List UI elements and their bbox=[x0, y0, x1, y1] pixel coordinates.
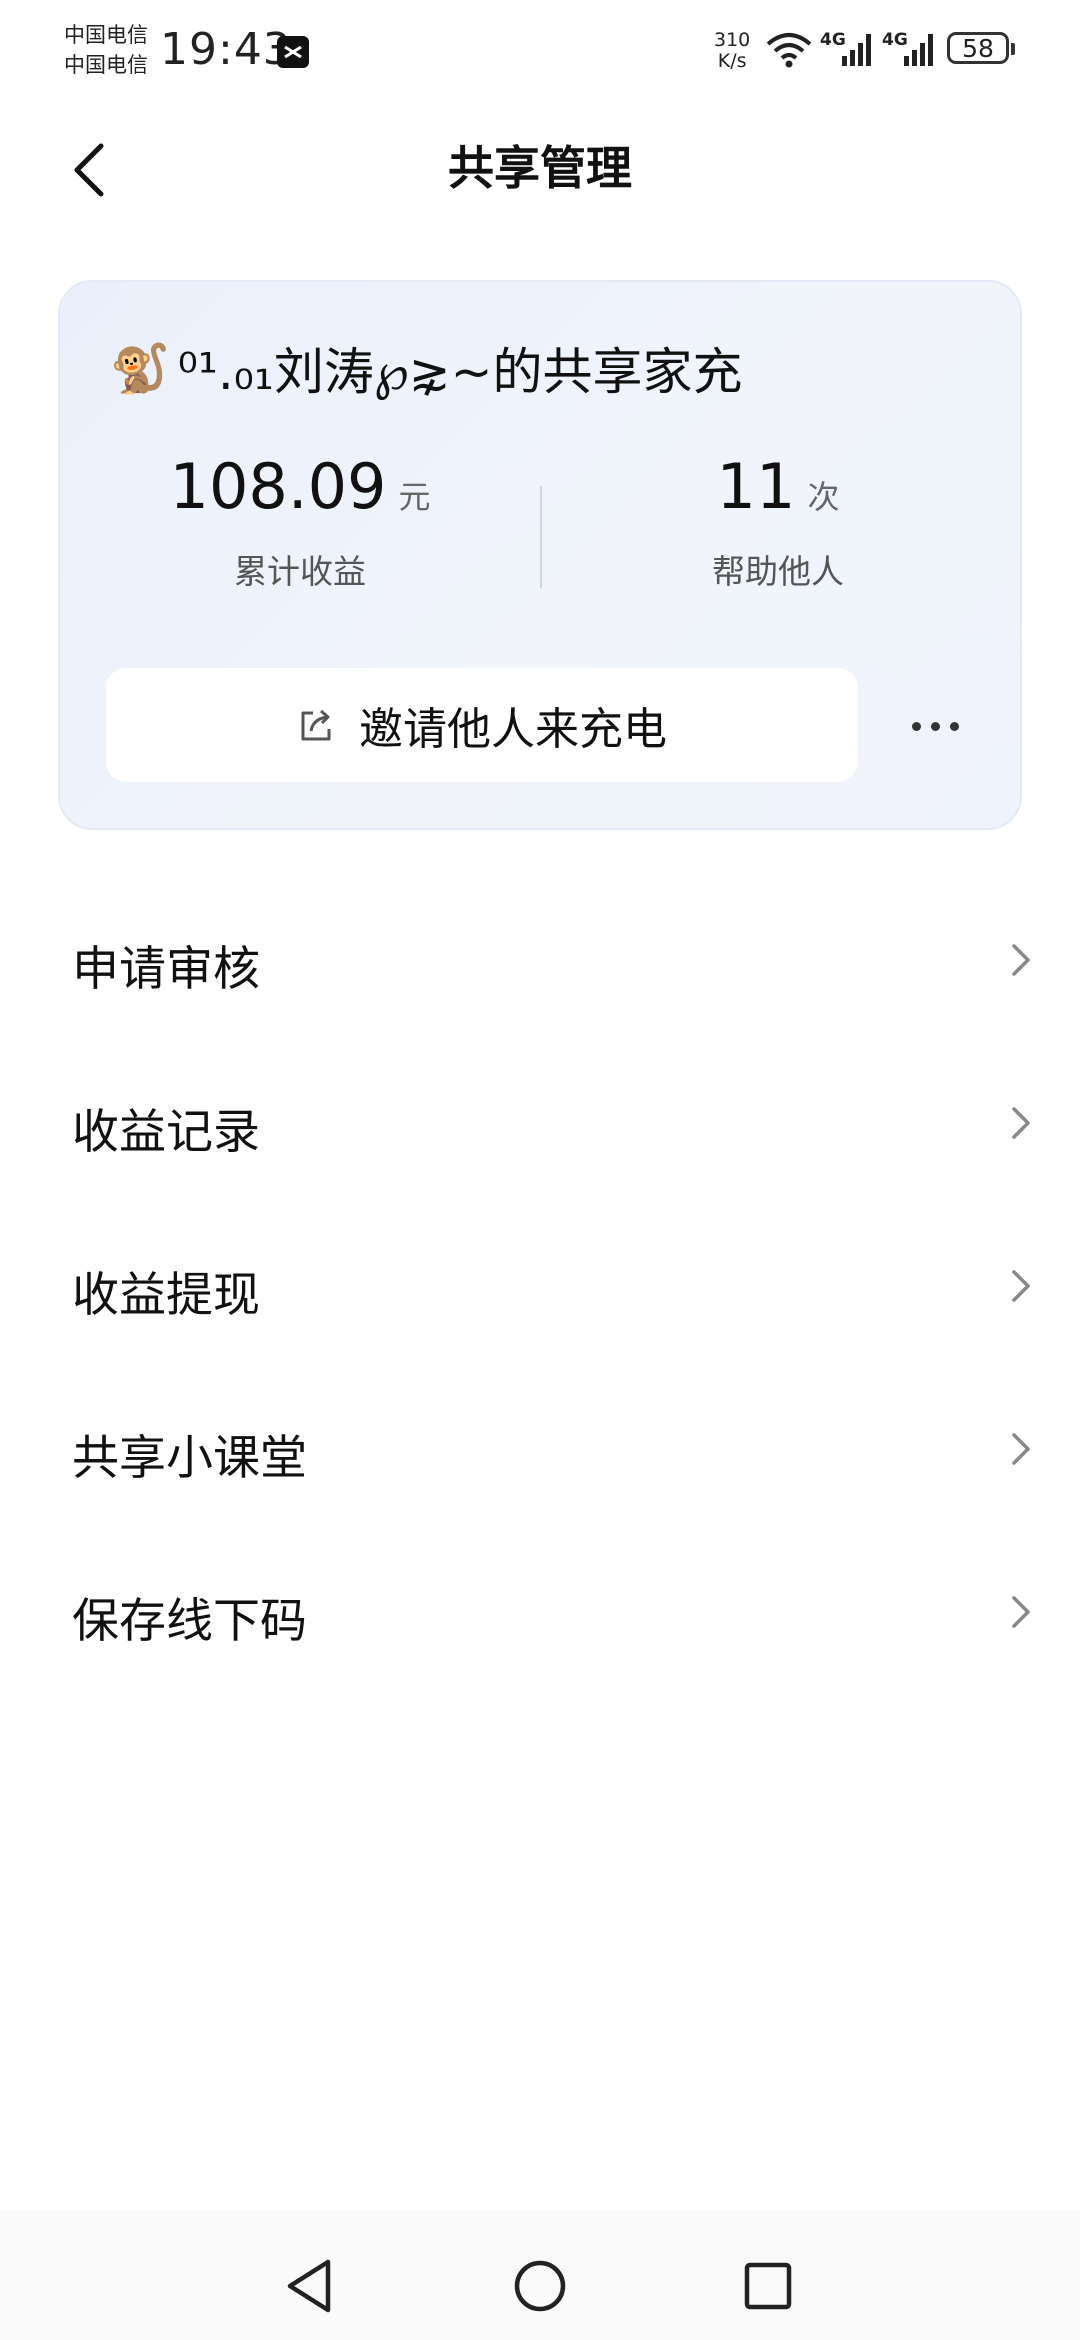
cell-signal-icon: 4G bbox=[820, 30, 876, 74]
earnings-unit: 元 bbox=[398, 478, 431, 516]
nav-home-button[interactable] bbox=[500, 2246, 580, 2326]
monkey-avatar-icon: 🐒 bbox=[110, 340, 170, 397]
earnings-value: 108.09 bbox=[169, 450, 387, 523]
helped-value: 11 bbox=[716, 450, 796, 523]
battery-level: 58 bbox=[962, 33, 994, 63]
earnings-stat: 108.09 元 累计收益 bbox=[90, 450, 510, 593]
circle-home-icon bbox=[514, 2260, 566, 2312]
page-title: 共享管理 bbox=[448, 141, 632, 195]
status-bar: 中国电信 中国电信 19:43 310 K/s 4G 4G 58 bbox=[0, 0, 1080, 110]
card-title-row: 🐒 ⁰¹.₀₁刘涛℘⋧~的共享家充 bbox=[110, 332, 743, 404]
menu-item-sharing-classroom[interactable]: 共享小课堂 bbox=[0, 1389, 1080, 1509]
stat-divider bbox=[540, 486, 542, 588]
square-recents-icon bbox=[744, 2262, 792, 2310]
nav-back-button[interactable] bbox=[270, 2246, 350, 2326]
chevron-right-icon bbox=[1012, 944, 1030, 976]
invite-label: 邀请他人来充电 bbox=[359, 704, 667, 755]
menu-item-application-review[interactable]: 申请审核 bbox=[0, 900, 1080, 1020]
carrier-1: 中国电信 bbox=[64, 23, 148, 47]
wifi-icon bbox=[764, 30, 814, 74]
chevron-right-icon bbox=[1012, 1107, 1030, 1139]
helped-stat: 11 次 帮助他人 bbox=[568, 450, 988, 593]
menu-item-label: 共享小课堂 bbox=[72, 1431, 307, 1486]
share-summary-card: 🐒 ⁰¹.₀₁刘涛℘⋧~的共享家充 108.09 元 累计收益 11 次 帮助他… bbox=[58, 280, 1022, 830]
helped-label: 帮助他人 bbox=[712, 552, 844, 591]
carrier-2: 中国电信 bbox=[64, 53, 148, 77]
status-time: 19:43 bbox=[160, 24, 292, 75]
more-dots-icon bbox=[911, 721, 921, 731]
signal-2-label: 4G bbox=[882, 30, 908, 50]
network-speed: 310 K/s bbox=[714, 30, 750, 72]
share-icon bbox=[301, 709, 331, 741]
battery-icon: 58 bbox=[947, 32, 1015, 64]
nav-recents-button[interactable] bbox=[728, 2246, 808, 2326]
menu-item-label: 收益提现 bbox=[72, 1268, 260, 1323]
cell-signal-icon: 4G bbox=[882, 30, 938, 74]
chevron-right-icon bbox=[1012, 1433, 1030, 1465]
menu-item-label: 保存线下码 bbox=[72, 1594, 307, 1649]
earnings-label: 累计收益 bbox=[234, 552, 366, 591]
app-notification-icon bbox=[277, 36, 309, 68]
more-options-button[interactable] bbox=[890, 688, 980, 764]
card-title: ⁰¹.₀₁刘涛℘⋧~的共享家充 bbox=[177, 343, 743, 401]
triangle-back-icon bbox=[287, 2259, 331, 2313]
menu-item-withdraw[interactable]: 收益提现 bbox=[0, 1226, 1080, 1346]
menu-item-earnings-record[interactable]: 收益记录 bbox=[0, 1063, 1080, 1183]
net-speed-unit: K/s bbox=[717, 50, 747, 72]
invite-charge-button[interactable]: 邀请他人来充电 bbox=[106, 668, 858, 782]
signal-1-label: 4G bbox=[820, 30, 846, 50]
chevron-right-icon bbox=[1012, 1596, 1030, 1628]
menu-item-label: 申请审核 bbox=[72, 942, 260, 997]
chevron-right-icon bbox=[1012, 1270, 1030, 1302]
system-nav-bar bbox=[0, 2210, 1080, 2340]
helped-unit: 次 bbox=[807, 478, 840, 516]
menu-item-save-offline-code[interactable]: 保存线下码 bbox=[0, 1552, 1080, 1672]
net-speed-value: 310 bbox=[714, 29, 751, 51]
menu-item-label: 收益记录 bbox=[72, 1105, 260, 1160]
carrier-info: 中国电信 中国电信 bbox=[64, 20, 148, 80]
